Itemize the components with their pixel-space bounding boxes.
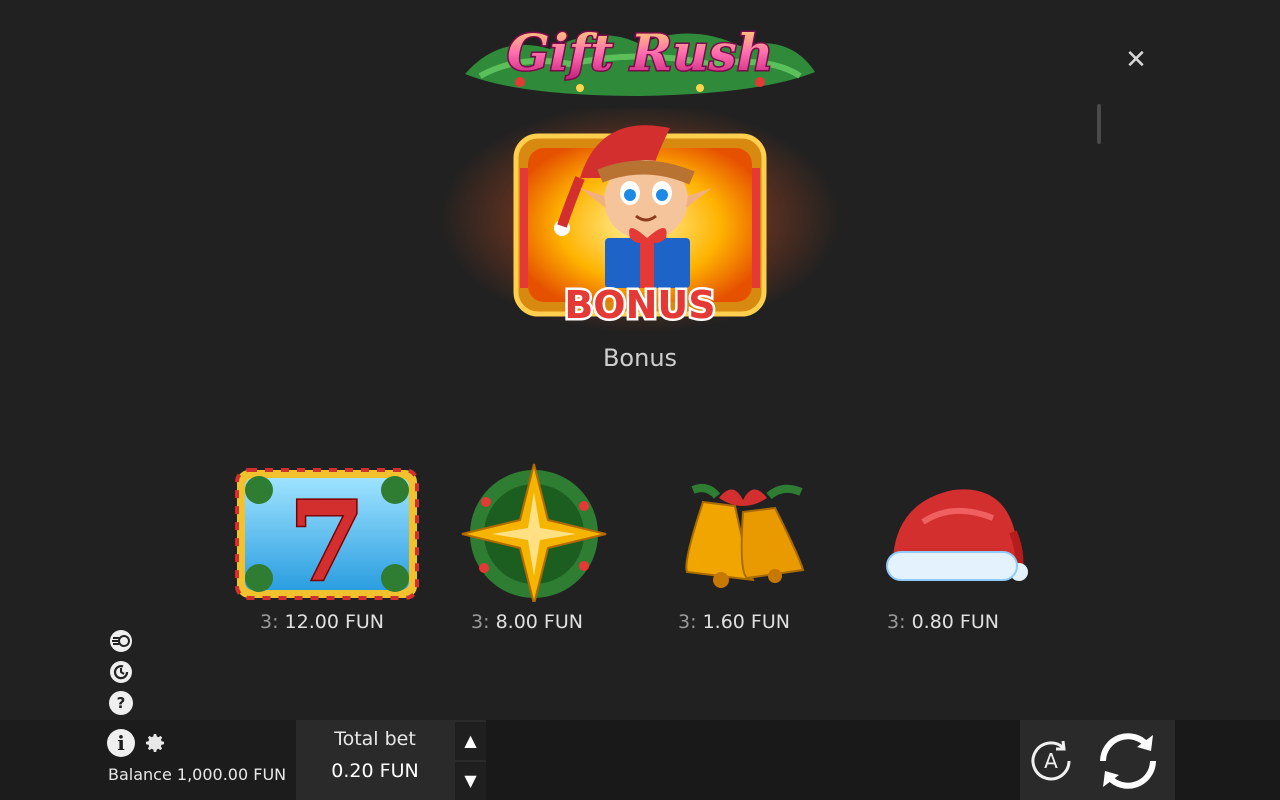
- payout-count: 3:: [678, 611, 697, 633]
- help-icon[interactable]: ?: [109, 691, 133, 715]
- balance-text: Balance 1,000.00 FUN: [108, 765, 287, 784]
- bells-symbol: [685, 484, 805, 588]
- payout-count: 3:: [887, 611, 906, 633]
- payout-star: 3: 8.00 FUN: [427, 611, 627, 633]
- scrollbar[interactable]: [1097, 104, 1101, 144]
- game-logo: Gift Rush: [465, 22, 815, 96]
- payout-amount: 8.00 FUN: [495, 611, 583, 633]
- bonus-caption: Bonus: [602, 344, 678, 372]
- logo-title: Gift Rush: [507, 23, 773, 82]
- bonus-badge: BONUS: [564, 283, 715, 327]
- payout-count: 3:: [471, 611, 490, 633]
- bonus-symbol: BONUS: [440, 108, 840, 333]
- bet-increase-button[interactable]: ▲: [455, 722, 486, 760]
- autoplay-icon[interactable]: A: [1027, 737, 1075, 785]
- payout-count: 3:: [259, 611, 279, 633]
- payout-amount: 12.00 FUN: [284, 611, 385, 633]
- close-icon[interactable]: ✕: [1122, 46, 1150, 74]
- autoplay-label: A: [1044, 749, 1058, 773]
- history-icon[interactable]: [109, 660, 133, 684]
- payout-seven: 3: 12.00 FUN: [222, 611, 422, 633]
- bet-decrease-button[interactable]: ▼: [455, 762, 486, 800]
- payout-santa-hat: 3: 0.80 FUN: [843, 611, 1043, 633]
- payout-amount: 1.60 FUN: [702, 611, 790, 633]
- total-bet-label: Total bet: [334, 728, 416, 750]
- gear-icon[interactable]: [143, 731, 167, 755]
- turbo-icon[interactable]: [109, 629, 133, 653]
- seven-symbol: 7: [235, 468, 419, 602]
- seven-glyph: 7: [289, 477, 366, 602]
- total-bet-value: 0.20 FUN: [331, 760, 419, 782]
- santa-hat-symbol: [886, 489, 1028, 581]
- spin-icon[interactable]: [1093, 727, 1163, 795]
- payout-amount: 0.80 FUN: [911, 611, 999, 633]
- star-symbol: [461, 463, 607, 602]
- payout-bells: 3: 1.60 FUN: [634, 611, 834, 633]
- info-icon[interactable]: i: [107, 729, 135, 757]
